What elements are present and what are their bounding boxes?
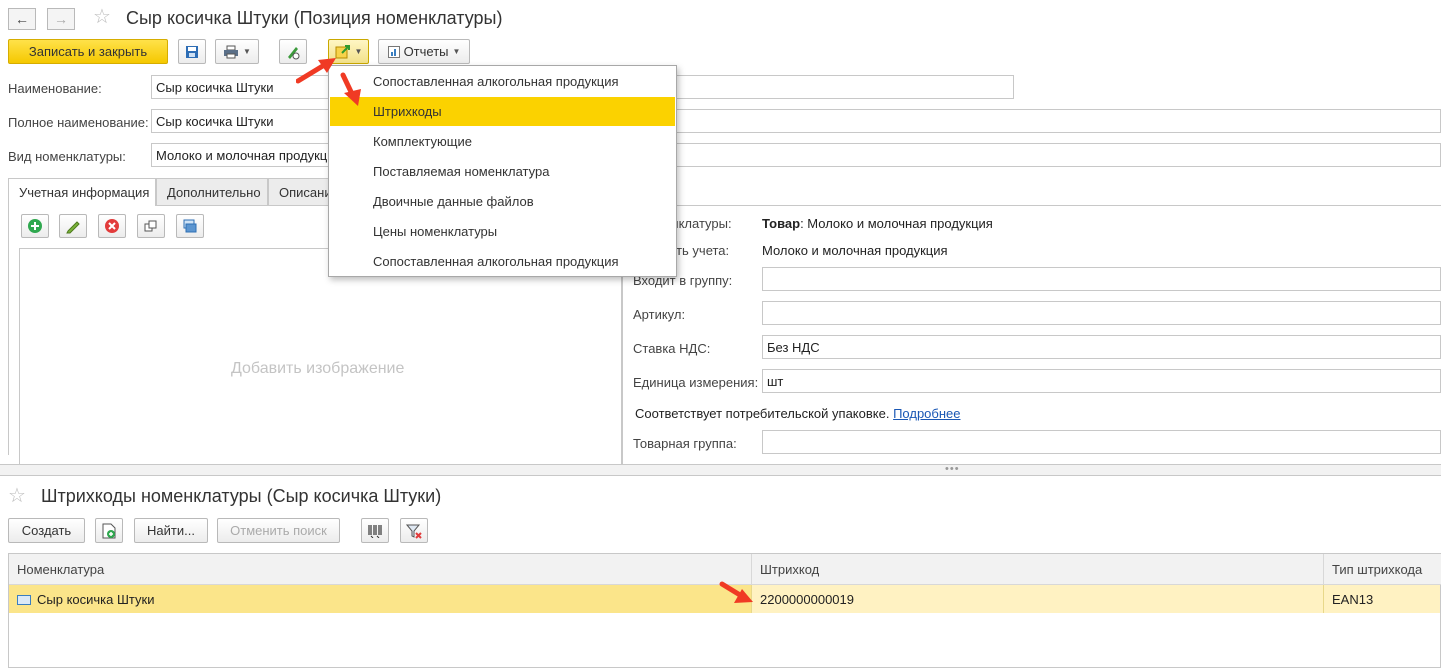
chevron-down-icon: ▼ [452, 47, 461, 56]
reports-button[interactable]: Отчеты ▼ [378, 39, 470, 64]
arrow-left-icon: ← [15, 11, 29, 27]
full-name-label: Полное наименование: [8, 115, 149, 130]
kind-bold-value: Товар [762, 216, 801, 231]
product-group-label: Товарная группа: [633, 436, 737, 451]
unit-field[interactable]: шт [762, 369, 1441, 393]
find-button[interactable]: Найти... [134, 518, 208, 543]
column-header-barcode[interactable]: Штрихкод [752, 554, 1324, 585]
save-button[interactable] [178, 39, 206, 64]
floppy-disk-icon [186, 45, 198, 58]
forward-button[interactable]: → [47, 8, 75, 30]
copy-icon [144, 220, 157, 232]
printer-icon [224, 45, 239, 58]
menu-item-components[interactable]: Комплектующие [330, 127, 675, 156]
tab-additional[interactable]: Дополнительно [156, 178, 268, 205]
barcodes-title: Штрихкоды номенклатуры (Сыр косичка Штук… [41, 486, 442, 506]
kind-details-value: Товар: Молоко и молочная продукция [762, 216, 993, 231]
accounting-value: Молоко и молочная продукция [762, 243, 948, 258]
group-field[interactable] [762, 267, 1441, 291]
back-button[interactable]: ← [8, 8, 36, 30]
cell-item[interactable]: Сыр косичка Штуки [9, 585, 752, 613]
unit-label: Единица измерения: [633, 375, 759, 390]
edit-image-button[interactable] [59, 214, 87, 238]
favorite-star-icon[interactable]: ☆ [93, 7, 111, 27]
barcode-scan-button[interactable] [361, 518, 389, 543]
splitter-grip-icon: ••• [945, 463, 960, 475]
add-image-placeholder: Добавить изображение [231, 360, 405, 377]
window-title: Сыр косичка Штуки (Позиция номенклатуры) [126, 8, 503, 28]
menu-item-prices[interactable]: Цены номенклатуры [330, 217, 675, 246]
tab-panel-border [8, 205, 1441, 206]
gallery-icon [183, 219, 197, 233]
image-gallery-button[interactable] [176, 214, 204, 238]
red-arrow-icon [719, 581, 753, 603]
menu-item-matched-alcohol[interactable]: Сопоставленная алкогольная продукция [330, 67, 675, 96]
delete-circle-icon [105, 219, 119, 233]
vat-field[interactable]: Без НДС [762, 335, 1441, 359]
menu-item-supplied-items[interactable]: Поставляемая номенклатура [330, 157, 675, 186]
tab-panel-left-border [8, 205, 9, 455]
red-arrow-icon [340, 72, 361, 106]
reports-label: Отчеты [403, 44, 449, 59]
more-details-link[interactable]: Подробнее [893, 406, 960, 421]
vat-label: Ставка НДС: [633, 341, 711, 356]
cell-barcode[interactable]: 2200000000019 [752, 585, 1324, 613]
save-and-close-button[interactable]: Записать и закрыть [8, 39, 168, 64]
red-arrow-icon [296, 58, 336, 84]
arrow-right-icon: → [54, 11, 68, 27]
code-field[interactable]: 3 [660, 75, 1014, 99]
filter-clear-icon [406, 524, 422, 539]
menu-item-barcodes[interactable]: Штрихкоды [330, 97, 675, 126]
chevron-down-icon: ▼ [243, 47, 251, 56]
name-label: Наименование: [8, 81, 102, 96]
report-chart-icon [387, 45, 400, 58]
consumer-package-text: Соответствует потребительской упаковке. … [635, 406, 961, 421]
plus-circle-icon [28, 219, 42, 233]
menu-item-binary-files[interactable]: Двоичные данные файлов [330, 187, 675, 216]
create-button[interactable]: Создать [8, 518, 85, 543]
chevron-down-icon: ▼ [354, 47, 363, 56]
row-item-icon [17, 595, 31, 605]
article-field[interactable] [762, 301, 1441, 325]
go-to-menu: Сопоставленная алкогольная продукция Штр… [328, 65, 677, 277]
cancel-search-button[interactable]: Отменить поиск [217, 518, 340, 543]
image-area[interactable]: Добавить изображение [19, 248, 622, 464]
copy-document-button[interactable] [95, 518, 123, 543]
tab-accounting-info[interactable]: Учетная информация [8, 178, 156, 206]
delete-image-button[interactable] [98, 214, 126, 238]
menu-item-matched-alcohol-2[interactable]: Сопоставленная алкогольная продукция [330, 247, 675, 276]
clear-filter-button[interactable] [400, 518, 428, 543]
add-image-button[interactable] [21, 214, 49, 238]
barcodes-table: Номенклатура Штрихкод Тип штрихкода Сыр … [8, 553, 1441, 668]
row-item-name: Сыр косичка Штуки [37, 592, 155, 607]
cell-barcode-type[interactable]: EAN13 [1324, 585, 1440, 613]
window-splitter[interactable] [0, 464, 1441, 476]
copy-image-button[interactable] [137, 214, 165, 238]
article-label: Артикул: [633, 307, 686, 322]
consumer-package-label: Соответствует потребительской упаковке. [635, 406, 890, 421]
kind-label: Вид номенклатуры: [8, 149, 126, 164]
column-header-barcode-type[interactable]: Тип штрихкода [1324, 554, 1441, 585]
barcode-icon [368, 524, 382, 538]
kind-rest-value: : Молоко и молочная продукция [800, 216, 993, 231]
print-button[interactable]: ▼ [215, 39, 259, 64]
add-document-icon [102, 523, 116, 538]
column-header-item[interactable]: Номенклатура [9, 554, 752, 585]
pencil-icon [66, 221, 80, 234]
favorite-star-icon[interactable]: ☆ [8, 486, 26, 506]
product-group-field[interactable] [762, 430, 1441, 454]
